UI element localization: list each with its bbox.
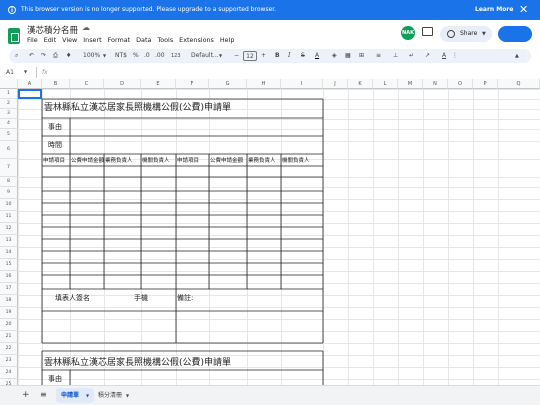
active-cell[interactable]	[18, 89, 42, 99]
menu-extensions[interactable]: Extensions	[179, 36, 214, 44]
reason-label: 事由	[48, 123, 62, 131]
redo-icon[interactable]: ↷	[41, 51, 46, 61]
text-wrap-icon[interactable]: ↵	[409, 51, 414, 61]
header-business-1: 業務負責人	[105, 158, 133, 164]
header-amount-1: 公費申請金額	[71, 158, 104, 164]
header-amount-2: 公費申請金額	[210, 158, 244, 164]
header-agency-2: 機關負責人	[282, 158, 310, 164]
header-item-1: 申請項目	[43, 158, 66, 164]
more-options-icon[interactable]: ⋮	[452, 51, 458, 61]
info-icon: i	[8, 6, 16, 14]
currency-button[interactable]: NT$	[115, 51, 127, 61]
gridlines	[18, 89, 540, 385]
banner-message: This browser version is no longer suppor…	[21, 6, 277, 13]
zoom-select[interactable]: 100%	[83, 51, 100, 61]
globe-icon	[447, 30, 455, 38]
form-title: 雲林縣私立漢芯居家長照機構公假(公費)申請單	[44, 103, 232, 113]
header-item-2: 申請項目	[177, 158, 200, 164]
menu-help[interactable]: Help	[220, 36, 235, 44]
share-label: Share	[460, 30, 478, 37]
sheet-tab-label: 申請單	[61, 392, 80, 399]
avatar[interactable]: NAK	[401, 26, 415, 40]
percent-button[interactable]: %	[133, 51, 139, 61]
document-title[interactable]: 漢芯積分名冊	[27, 24, 78, 36]
fx-icon: fx	[42, 69, 48, 76]
menu-format[interactable]: Format	[108, 36, 131, 44]
cloud-status-icon[interactable]: ☁	[82, 23, 90, 32]
font-chevron-icon: ▼	[219, 53, 223, 58]
merge-cells-icon[interactable]: ⊞	[359, 51, 364, 61]
font-size-input[interactable]: 12	[243, 51, 257, 61]
phone-label: 手機	[134, 294, 148, 302]
menu-file[interactable]: File	[27, 36, 38, 44]
sign-in-button[interactable]: Sign in	[498, 26, 532, 42]
font-size-increase-button[interactable]: +	[261, 51, 266, 61]
all-sheets-icon[interactable]: ≡	[40, 390, 47, 399]
menu-edit[interactable]: Edit	[44, 36, 56, 44]
learn-more-link[interactable]: Learn More	[475, 6, 513, 13]
horizontal-align-icon[interactable]: ≡	[376, 51, 381, 61]
font-color-icon[interactable]: A	[442, 51, 446, 61]
reason-label-copy: 事由	[48, 375, 62, 383]
filler-signature-label: 填表人簽名	[55, 294, 90, 302]
sheet-tab-bar: + ≡ 申請單 ▼ 積分清冊 ▼	[0, 385, 540, 405]
search-menus-icon[interactable]: ⌕	[15, 51, 18, 61]
sheets-logo-icon[interactable]	[8, 28, 20, 44]
italic-icon[interactable]: I	[288, 51, 290, 61]
vertical-align-icon[interactable]: ⊥	[393, 51, 398, 61]
formula-bar: A1 ▼ fx	[0, 67, 540, 79]
tab-chevron-icon: ▼	[86, 393, 90, 398]
close-icon[interactable]: ✕	[519, 3, 528, 16]
form-title-copy: 雲林縣私立漢芯居家長照機構公假(公費)申請單	[44, 358, 232, 368]
menu-data[interactable]: Data	[136, 36, 151, 44]
name-box-chevron-icon: ▼	[24, 69, 28, 74]
increase-decimal-button[interactable]: .00	[155, 51, 165, 61]
menu-view[interactable]: View	[62, 36, 77, 44]
strikethrough-icon[interactable]: S	[301, 51, 305, 61]
font-size-decrease-button[interactable]: −	[234, 51, 239, 61]
note-label: 備註:	[177, 294, 194, 302]
spreadsheet-grid[interactable]: ABCDEFGHIJKLMNOPQ 1 2 3 4 5 6 7 8 9 10 11 12 13 14 15 1…	[0, 79, 540, 385]
time-label: 時間	[48, 141, 62, 149]
bold-icon[interactable]: B	[275, 51, 280, 61]
divider	[36, 67, 37, 78]
share-button[interactable]: Share ▼	[440, 26, 492, 42]
print-icon[interactable]: ⎙	[53, 51, 58, 61]
menu-tools[interactable]: Tools	[157, 36, 173, 44]
paint-format-icon[interactable]: ♦	[66, 51, 71, 61]
text-rotation-icon[interactable]: ↗	[425, 51, 430, 61]
menu-bar: File Edit View Insert Format Data Tools …	[27, 36, 234, 44]
number-format-button[interactable]: 123	[171, 51, 181, 61]
toolbar: ⌕ ↶ ↷ ⎙ ♦ 100% ▼ NT$ % .0 .00 123 Defaul…	[9, 49, 531, 63]
sheet-tab-active[interactable]: 申請單 ▼	[56, 388, 94, 403]
menu-insert[interactable]: Insert	[83, 36, 101, 44]
comment-icon[interactable]	[422, 27, 433, 36]
zoom-chevron-icon: ▼	[103, 53, 107, 58]
fill-color-icon[interactable]: ◈	[332, 51, 337, 61]
chevron-down-icon: ▼	[482, 31, 486, 37]
undo-icon[interactable]: ↶	[29, 51, 34, 61]
font-select[interactable]: Default...	[191, 51, 219, 61]
tab-chevron-icon: ▼	[126, 393, 130, 398]
decrease-decimal-button[interactable]: .0	[144, 51, 150, 61]
browser-warning-banner: i This browser version is no longer supp…	[0, 0, 540, 20]
add-sheet-icon[interactable]: +	[22, 390, 30, 400]
collapse-toolbar-icon[interactable]: ▲	[515, 51, 519, 61]
sheet-tab-label: 積分清冊	[98, 392, 123, 399]
sheet-tab[interactable]: 積分清冊 ▼	[98, 388, 136, 403]
header-agency-1: 機關負責人	[142, 158, 170, 164]
borders-icon[interactable]: ▦	[345, 51, 351, 61]
text-color-icon[interactable]: A	[315, 51, 319, 61]
header-business-2: 業務負責人	[248, 158, 276, 164]
name-box[interactable]: A1	[6, 69, 14, 76]
